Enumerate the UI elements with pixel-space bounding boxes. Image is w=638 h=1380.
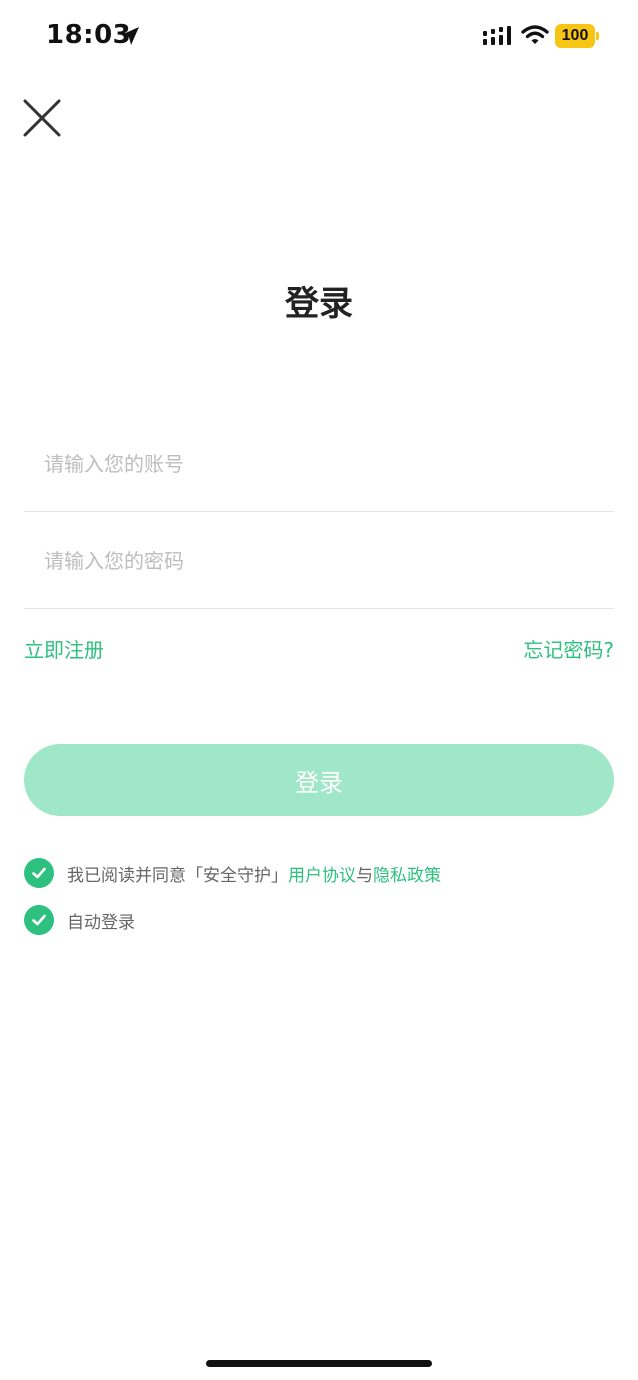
password-field	[24, 512, 614, 609]
auto-login-row: 自动登录	[24, 904, 135, 936]
forgot-password-link[interactable]: 忘记密码?	[523, 634, 614, 663]
close-icon	[23, 99, 61, 137]
battery-cap	[596, 32, 599, 40]
password-input[interactable]	[42, 540, 586, 582]
checkmark-icon	[32, 914, 46, 926]
agreement-row: 我已阅读并同意「安全守护」用户协议与隐私政策	[24, 857, 441, 889]
account-input[interactable]	[42, 443, 586, 485]
close-button[interactable]	[20, 96, 64, 140]
wifi-icon	[521, 25, 549, 44]
account-field	[24, 415, 614, 512]
agreement-prefix: 我已阅读并同意「安全守护」	[67, 865, 288, 886]
agreement-connector: 与	[356, 865, 373, 886]
auto-login-checkbox[interactable]	[24, 905, 54, 935]
auto-login-label: 自动登录	[67, 912, 135, 933]
battery-indicator: 100	[555, 24, 595, 48]
register-link[interactable]: 立即注册	[24, 634, 104, 663]
agreement-checkbox[interactable]	[24, 858, 54, 888]
status-bar: 18:03 100	[0, 0, 638, 72]
login-button[interactable]: 登录	[24, 744, 614, 816]
home-indicator[interactable]	[206, 1360, 432, 1367]
agreement-text: 我已阅读并同意「安全守护」用户协议与隐私政策	[67, 861, 441, 886]
login-button-label: 登录	[295, 768, 343, 797]
location-arrow-icon	[121, 27, 139, 45]
cellular-signal-icon	[483, 26, 511, 45]
checkmark-icon	[32, 867, 46, 879]
privacy-policy-link[interactable]: 隐私政策	[373, 866, 441, 886]
user-agreement-link[interactable]: 用户协议	[288, 866, 356, 886]
page-title: 登录	[285, 284, 353, 324]
